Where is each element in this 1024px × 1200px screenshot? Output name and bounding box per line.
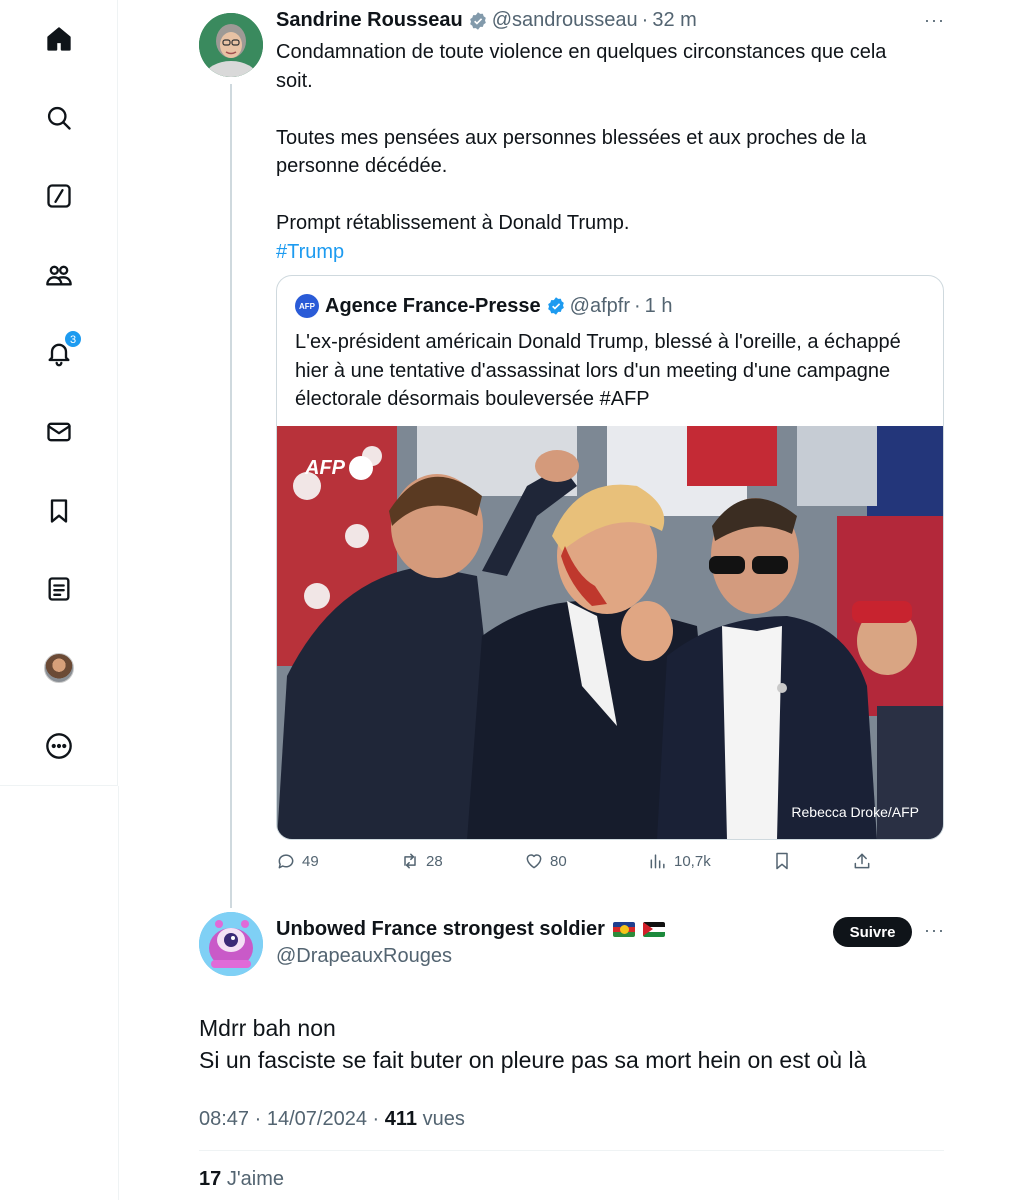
news-photo[interactable]: AFP Rebecca Droke/AFP (277, 426, 943, 839)
meta-separator: · (254, 1108, 262, 1130)
profile-avatar[interactable] (38, 647, 80, 689)
photo-credit: Rebecca Droke/AFP (791, 804, 919, 820)
reply-time[interactable]: 08:47 (199, 1108, 249, 1130)
reply-line: Si un fasciste se fait buter on pleure p… (199, 1047, 867, 1073)
bookmark-button[interactable] (772, 851, 792, 871)
divider (199, 1150, 944, 1151)
tweet-actions: 49 28 80 10,7k (276, 851, 896, 875)
tweet-time[interactable]: 32 m (652, 9, 696, 32)
share-button[interactable] (852, 851, 872, 871)
likes-label: J'aime (226, 1168, 284, 1190)
bookmarks-icon[interactable] (38, 490, 80, 532)
communities-icon[interactable] (38, 254, 80, 296)
follow-button[interactable]: Suivre (833, 917, 912, 947)
reply-count: 49 (302, 852, 319, 870)
likes-summary[interactable]: 17 J'aime (199, 1168, 284, 1191)
thread-line (230, 84, 232, 908)
reply-author-handle[interactable]: @DrapeauxRouges (276, 945, 452, 968)
reply-button[interactable]: 49 (276, 851, 319, 871)
author-name[interactable]: Sandrine Rousseau (276, 9, 463, 32)
header-separator: · (641, 9, 649, 31)
quoted-tweet[interactable]: AFP Agence France-Presse @afpfr · 1 h L'… (276, 275, 944, 840)
new-caledonia-flag-icon (612, 922, 635, 937)
heart-icon (526, 854, 542, 869)
quoted-tweet-text: L'ex-président américain Donald Trump, b… (295, 331, 901, 410)
like-count: 80 (550, 852, 567, 870)
bookmark-icon (776, 852, 788, 870)
views-number: 411 (384, 1108, 418, 1130)
messages-icon[interactable] (38, 411, 80, 453)
grok-icon[interactable] (38, 175, 80, 217)
analytics-icon (650, 854, 665, 869)
more-options-icon[interactable]: ··· (924, 920, 945, 941)
more-options-icon[interactable] (38, 725, 80, 767)
like-button[interactable]: 80 (524, 851, 567, 871)
quoted-tweet-header: AFP Agence France-Presse @afpfr · 1 h (295, 294, 672, 318)
photo-watermark-text: AFP (305, 456, 345, 479)
notifications-badge: 3 (64, 330, 82, 348)
likes-number: 17 (199, 1168, 222, 1190)
tweet-line: Toutes mes pensées aux personnes blessée… (276, 126, 867, 178)
views-button[interactable]: 10,7k (648, 851, 711, 871)
notifications-icon[interactable]: 3 (38, 330, 82, 374)
photo-watermark: AFP (305, 456, 373, 480)
quoted-author-handle[interactable]: @afpfr (570, 295, 630, 318)
author-avatar[interactable] (199, 13, 263, 77)
quoted-tweet-time: 1 h (644, 294, 673, 317)
hashtag-link[interactable]: #Trump (276, 241, 344, 263)
quoted-author-name[interactable]: Agence France-Presse (325, 295, 541, 318)
author-handle[interactable]: @sandrousseau (492, 9, 638, 32)
tweet-text: Condamnation de toute violence en quelqu… (276, 38, 926, 266)
reply-date[interactable]: 14/07/2024 (267, 1108, 367, 1130)
more-options-icon[interactable]: ··· (924, 10, 945, 31)
lists-icon[interactable] (38, 568, 80, 610)
home-icon[interactable] (38, 18, 80, 60)
afp-logo: AFP (295, 294, 319, 318)
reply-author-name[interactable]: Unbowed France strongest soldier (276, 918, 605, 941)
reply-author-avatar[interactable] (199, 912, 263, 976)
verified-badge-icon (547, 297, 564, 315)
sidebar-divider (118, 786, 119, 1200)
repost-icon (404, 853, 416, 869)
meta-separator: · (372, 1108, 380, 1130)
share-icon (854, 853, 870, 869)
reply-header: Unbowed France strongest soldier (276, 918, 665, 941)
tweet-line: Condamnation de toute violence en quelqu… (276, 41, 887, 92)
tweet-line: Prompt rétablissement à Donald Trump. (276, 212, 630, 234)
search-icon[interactable] (38, 97, 80, 139)
views-label: vues (422, 1108, 465, 1130)
header-separator: · (634, 294, 641, 317)
views-count: 10,7k (674, 852, 711, 870)
verified-badge-icon (469, 11, 486, 30)
reply-metadata: 08:47 · 14/07/2024 · 411 vues (199, 1108, 465, 1131)
reply-icon (278, 854, 294, 869)
repost-count: 28 (426, 852, 443, 870)
palestine-flag-icon (642, 922, 665, 937)
avatar (44, 653, 74, 683)
reply-text: Mdrr bah non Si un fasciste se fait bute… (199, 1012, 959, 1076)
repost-button[interactable]: 28 (400, 851, 443, 871)
reply-line: Mdrr bah non (199, 1015, 336, 1041)
tweet-header: Sandrine Rousseau @sandrousseau · 32 m (276, 9, 697, 32)
watermark-dot-icon (349, 456, 373, 480)
sidebar-nav: 3 (0, 0, 118, 786)
